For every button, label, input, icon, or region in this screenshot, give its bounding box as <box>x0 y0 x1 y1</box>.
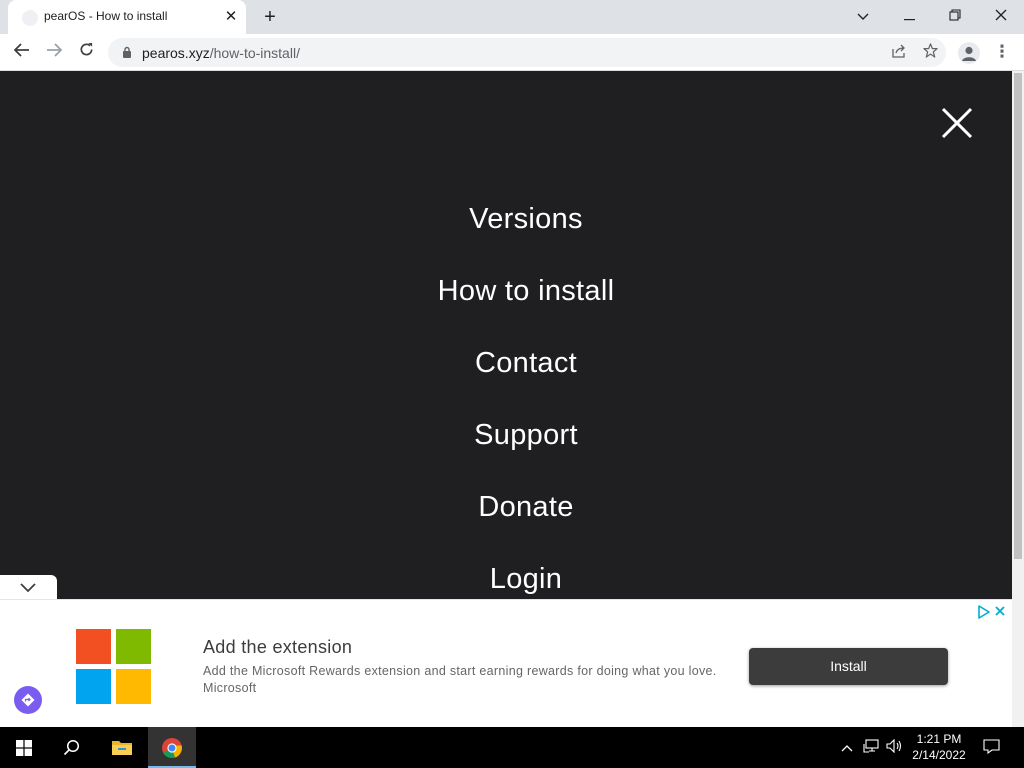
ad-title[interactable]: Add the extension <box>203 637 352 658</box>
file-explorer-button[interactable] <box>98 727 146 768</box>
chrome-taskbar-button[interactable] <box>148 727 196 768</box>
forward-button[interactable] <box>42 40 66 64</box>
diamond-arrow-icon <box>21 693 35 707</box>
ad-banner: Add the extension Add the Microsoft Rewa… <box>0 599 1012 727</box>
browser-title-bar: pearOS - How to install ✕ + <box>0 0 1024 34</box>
ad-assistant-button[interactable] <box>14 686 42 714</box>
restore-button[interactable] <box>941 4 969 28</box>
close-menu-icon[interactable] <box>940 106 974 140</box>
folder-icon <box>112 741 132 755</box>
microsoft-logo <box>76 629 152 705</box>
lock-icon <box>123 46 131 58</box>
nav-link-support[interactable]: Support <box>0 415 1012 487</box>
nav-link-versions[interactable]: Versions <box>0 199 1012 271</box>
minimize-button[interactable] <box>895 4 923 28</box>
windows-taskbar: 1:21 PM 2/14/2022 <box>0 727 1024 768</box>
tab-search-chevron-down-icon[interactable] <box>849 4 877 28</box>
windows-logo-icon <box>16 740 32 756</box>
back-button[interactable] <box>10 40 34 64</box>
profile-avatar-icon[interactable] <box>958 42 980 64</box>
clock-time: 1:21 PM <box>916 732 962 746</box>
chevron-down-icon <box>20 583 36 592</box>
new-tab-button[interactable]: + <box>258 5 282 29</box>
ad-install-button[interactable]: Install <box>749 648 948 685</box>
notifications-icon[interactable] <box>982 739 1000 757</box>
window-close-button[interactable] <box>987 4 1015 28</box>
tab-title: pearOS - How to install <box>44 9 168 23</box>
fullscreen-nav-menu: Versions How to install Contact Support … <box>0 199 1012 631</box>
page-scrollbar[interactable] <box>1012 71 1024 727</box>
nav-link-how-to-install[interactable]: How to install <box>0 271 1012 343</box>
taskbar-clock[interactable]: 1:21 PM 2/14/2022 <box>904 731 974 763</box>
favicon-icon <box>22 10 38 26</box>
browser-tab[interactable]: pearOS - How to install ✕ <box>8 0 246 34</box>
ad-choices[interactable] <box>976 604 1008 620</box>
chrome-icon <box>162 738 182 758</box>
search-icon <box>63 739 80 756</box>
nav-link-donate[interactable]: Donate <box>0 487 1012 559</box>
reload-button[interactable] <box>74 40 98 64</box>
browser-toolbar: pearos.xyz/how-to-install/ ⋮ <box>0 34 1024 71</box>
url-text: pearos.xyz/how-to-install/ <box>142 45 300 61</box>
share-icon[interactable] <box>888 43 908 63</box>
nav-link-contact[interactable]: Contact <box>0 343 1012 415</box>
network-icon[interactable] <box>862 739 880 757</box>
ad-collapse-button[interactable] <box>0 575 57 600</box>
address-bar[interactable]: pearos.xyz/how-to-install/ <box>108 38 946 67</box>
browser-menu-icon[interactable]: ⋮ <box>992 40 1012 64</box>
bookmark-star-icon[interactable] <box>920 43 940 63</box>
search-button[interactable] <box>48 727 96 768</box>
ad-description: Add the Microsoft Rewards extension and … <box>203 664 717 695</box>
show-hidden-icons-chevron-up-icon[interactable] <box>838 739 856 757</box>
scrollbar-thumb[interactable] <box>1014 73 1022 559</box>
clock-date: 2/14/2022 <box>912 748 966 762</box>
tab-close-icon[interactable]: ✕ <box>222 8 240 26</box>
start-button[interactable] <box>0 727 48 768</box>
ad-close-icon <box>995 606 1005 616</box>
ad-choices-icon <box>978 605 990 619</box>
volume-icon[interactable] <box>885 738 903 757</box>
